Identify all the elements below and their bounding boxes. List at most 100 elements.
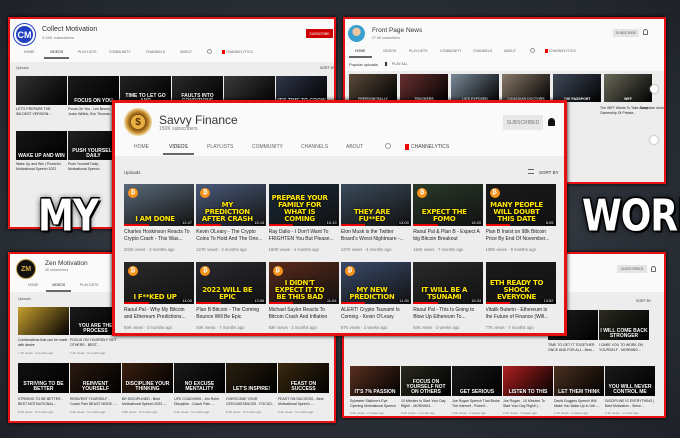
subscribe-button[interactable]: SUBSCRIBE: [306, 29, 333, 38]
video-thumbnail[interactable]: DISCIPLINE YOUR THINKING: [122, 363, 173, 393]
video-title[interactable]: LIFE COACHING - Jim Rohn Discipline - Co…: [174, 397, 224, 407]
bell-icon[interactable]: [548, 118, 555, 126]
channelytics-tab[interactable]: CHANNELYTICS: [545, 49, 576, 53]
video-thumbnail[interactable]: TRUCKERS: [400, 74, 448, 102]
video-title[interactable]: DISCIPLINE IS EVERYTHING | Best Motivati…: [605, 399, 655, 409]
next-arrow-button[interactable]: [650, 136, 658, 144]
video-title[interactable]: Kevin OLeary - The Crypto Coins To Hold …: [196, 229, 264, 244]
video-title[interactable]: BE DISCIPLINED - Best Motivational Speec…: [122, 397, 172, 407]
video-title[interactable]: 10 Minutes to Start Your Day Right! - MO…: [401, 399, 451, 409]
video-title[interactable]: OVERCOME YOUR CIRCUMSTANCES - FOCUS...: [226, 397, 276, 407]
tab-community[interactable]: COMMUNITY: [109, 50, 131, 54]
video-title[interactable]: Joe Rogan - 10 Minutes To Start Your Day…: [503, 399, 553, 409]
video-title[interactable]: STRIVING TO BE BETTER - BEST MOTIVATIONA…: [18, 397, 68, 407]
video-title[interactable]: Push Yourself Daily - Motivational Speec…: [68, 162, 118, 172]
video-title[interactable]: Canadian doctors warn: [640, 106, 664, 111]
video-title[interactable]: ALERT! Crypto Tsunami Is Coming - Kevin …: [341, 307, 409, 322]
tab-playlists[interactable]: PLAYLISTS: [80, 283, 98, 287]
tab-channels[interactable]: CHANNELS: [473, 49, 492, 53]
video-thumbnail[interactable]: THEY ARE FU**ED 13:00: [340, 184, 411, 226]
video-title[interactable]: Raoul Pal & Plan B - Expect A big Bitcoi…: [413, 229, 481, 244]
video-thumbnail[interactable]: MANY PEOPLE WILL DOUBT THIS DATE ₿ 5:05: [485, 184, 556, 226]
subscribed-button[interactable]: SUBSCRIBED: [503, 115, 543, 130]
video-title[interactable]: Raoul Pal - This Is Going to Blow Up Eth…: [413, 307, 481, 322]
video-title[interactable]: Combinations that can be made with desir…: [18, 338, 68, 348]
video-title[interactable]: Michael Saylor Reacts To Bitcoin Crash A…: [269, 307, 337, 322]
tab-videos[interactable]: VIDEOS: [45, 283, 72, 292]
video-thumbnail[interactable]: I F**KED UP ₿ 11:00: [124, 262, 194, 304]
video-thumbnail[interactable]: NO EXCUSE MENTALITY: [174, 363, 225, 393]
tab-about[interactable]: ABOUT: [346, 144, 363, 150]
video-title[interactable]: Ray Dalio - I Don't Want To FRIGHTEN You…: [269, 229, 337, 244]
video-title[interactable]: TIME TO GET IT TOGETHER ONCE AND FOR ALL…: [548, 343, 598, 353]
video-title[interactable]: REINVENT YOURSELF - Coach Pain BEAST MOD…: [70, 397, 120, 407]
tab-videos[interactable]: VIDEOS: [163, 144, 194, 155]
video-thumbnail[interactable]: CANADIAN DOCTORS: [502, 74, 550, 102]
video-thumbnail[interactable]: [16, 76, 67, 105]
search-icon[interactable]: [385, 143, 391, 149]
channelytics-tab[interactable]: CHANNELYTICS: [405, 144, 449, 150]
video-title[interactable]: FOCUS ON YOURSELF NOT OTHERS - BEST...: [70, 338, 120, 348]
video-thumbnail[interactable]: FEAST ON SUCCESS: [278, 363, 329, 393]
video-thumbnail[interactable]: LIES EXPOSED: [451, 74, 499, 102]
video-title[interactable]: Wake Up and Win | Powerful Motivational …: [16, 162, 66, 172]
tab-about[interactable]: ABOUT: [504, 49, 516, 53]
search-icon[interactable]: [530, 48, 535, 53]
video-thumbnail[interactable]: REINVENT YOURSELF: [70, 363, 121, 393]
tab-home[interactable]: HOME: [349, 49, 371, 58]
tab-home[interactable]: HOME: [24, 50, 35, 54]
next-arrow-button[interactable]: [650, 85, 658, 93]
video-thumbnail[interactable]: IT WILL BE A TSUNAMI 15:33: [413, 262, 484, 304]
tab-videos[interactable]: VIDEOS: [43, 50, 70, 59]
video-thumbnail[interactable]: THE PASSPORT: [553, 74, 601, 102]
video-thumbnail[interactable]: GET SERIOUS: [452, 366, 502, 396]
bell-icon[interactable]: [643, 29, 648, 35]
video-thumbnail[interactable]: WEF: [604, 74, 652, 102]
video-thumbnail[interactable]: PREPARE YOUR FAMILY FOR WHAT IS COMING 10…: [268, 184, 339, 226]
tab-playlists[interactable]: PLAYLISTS: [409, 49, 427, 53]
bell-icon[interactable]: [651, 266, 656, 272]
sort-by-button[interactable]: SORT BY: [539, 170, 559, 175]
video-title[interactable]: Plan B Bitcoin - The Coming Bounce Will …: [196, 307, 264, 322]
subscribe-button[interactable]: SUBSCRIBE: [613, 29, 639, 37]
sort-icon[interactable]: [528, 169, 534, 174]
video-title[interactable]: Sylvester Stallone's Eye Opening Motivat…: [350, 399, 400, 409]
video-thumbnail[interactable]: STRIVING TO BE BETTER: [18, 363, 69, 393]
video-title[interactable]: Elon Musk is the Twitter Board's Worst N…: [341, 229, 409, 244]
video-thumbnail[interactable]: [18, 307, 69, 335]
sort-by-button[interactable]: SORT BY: [320, 66, 334, 70]
video-thumbnail[interactable]: FOCUS ON YOURSELF NOT ON OTHERS: [401, 366, 451, 396]
tab-videos[interactable]: VIDEOS: [383, 49, 396, 53]
search-icon[interactable]: [207, 49, 212, 54]
video-thumbnail[interactable]: FREEDOM RALLY: [349, 74, 397, 102]
video-title[interactable]: LET'S PREPARE THE WILDEST VERSION...: [16, 107, 66, 117]
video-thumbnail[interactable]: I DIDN'T EXPECT IT TO BE THIS BAD ₿ 11:54: [268, 262, 339, 304]
tab-home[interactable]: HOME: [134, 144, 149, 150]
video-title[interactable]: Vitalik Buterin - Ethereum is the Future…: [486, 307, 554, 322]
video-thumbnail[interactable]: YOU WILL NEVER CONTROL ME: [605, 366, 655, 396]
tab-playlists[interactable]: PLAYLISTS: [207, 144, 233, 150]
video-title[interactable]: Raoul Pal - Why My Bitcoin and Ethereum …: [124, 307, 192, 322]
video-title[interactable]: Focus On You - Les Brown, Jocko Willink,…: [68, 107, 118, 117]
tab-community[interactable]: COMMUNITY: [252, 144, 283, 150]
video-thumbnail[interactable]: LISTEN TO THIS: [503, 366, 553, 396]
video-thumbnail[interactable]: 2022 WILL BE EPIC ₿ 13:56: [196, 262, 267, 304]
video-thumbnail[interactable]: I AM DONE ₿ 12:47: [124, 184, 194, 226]
video-thumbnail[interactable]: MY NEW PREDICTION ₿ 11:30: [340, 262, 411, 304]
video-title[interactable]: David Goggins Speech Will Make You Wake …: [554, 399, 604, 409]
video-title[interactable]: Joe Rogan Speech That Broke The Internet…: [452, 399, 502, 409]
tab-channels[interactable]: CHANNELS: [146, 50, 165, 54]
tab-channels[interactable]: CHANNELS: [301, 144, 328, 150]
tab-about[interactable]: ABOUT: [180, 50, 192, 54]
tab-playlists[interactable]: PLAYLISTS: [78, 50, 96, 54]
video-title[interactable]: FEAST ON SUCCESS - Best Motivational Spe…: [278, 397, 328, 407]
video-thumbnail[interactable]: I WILL COME BACK STRONGER: [599, 310, 649, 340]
tab-home[interactable]: HOME: [28, 283, 39, 287]
video-thumbnail[interactable]: WAKE UP AND WIN: [16, 131, 67, 160]
channelytics-tab[interactable]: CHANNELYTICS: [222, 50, 253, 54]
tab-community[interactable]: COMMUNITY: [440, 49, 462, 53]
video-thumbnail[interactable]: IT'S 7% PASSION: [350, 366, 400, 396]
video-title[interactable]: I DARE YOU TO WORK ON YOURSELF - MORNING…: [599, 343, 649, 353]
sort-by-button[interactable]: SORT BY: [636, 299, 651, 303]
video-title[interactable]: Charles Hoskinson Reacts To Crypto Crash…: [124, 229, 192, 244]
